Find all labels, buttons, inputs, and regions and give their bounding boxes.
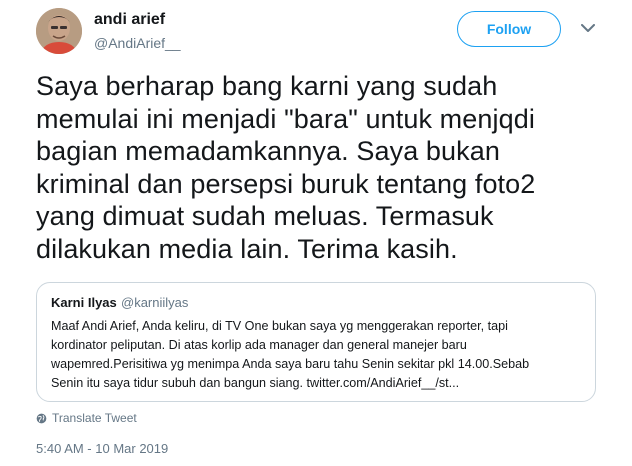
author-handle[interactable]: @AndiArief__ xyxy=(94,35,181,51)
translate-tweet-link[interactable]: Translate Tweet xyxy=(36,411,137,425)
quoted-tweet[interactable]: Karni Ilyas @karniilyas Maaf Andi Arief,… xyxy=(36,282,596,402)
chevron-down-icon xyxy=(581,23,595,32)
globe-icon xyxy=(36,413,47,423)
tweet-timestamp[interactable]: 5:40 AM - 10 Mar 2019 xyxy=(36,441,168,456)
quoted-author-name: Karni Ilyas xyxy=(51,295,117,310)
quoted-author-handle: @karniilyas xyxy=(121,295,189,310)
translate-label: Translate Tweet xyxy=(52,411,137,425)
tweet-header: andi arief @AndiArief__ Follow xyxy=(0,0,632,70)
avatar[interactable] xyxy=(36,8,82,54)
follow-button[interactable]: Follow xyxy=(457,11,561,47)
author-name[interactable]: andi arief xyxy=(94,11,165,29)
quoted-tweet-text: Maaf Andi Arief, Anda keliru, di TV One … xyxy=(51,319,530,390)
more-options-button[interactable] xyxy=(578,18,598,38)
tweet-text: Saya berharap bang karni yang sudah memu… xyxy=(36,71,536,264)
avatar-image xyxy=(36,8,82,54)
